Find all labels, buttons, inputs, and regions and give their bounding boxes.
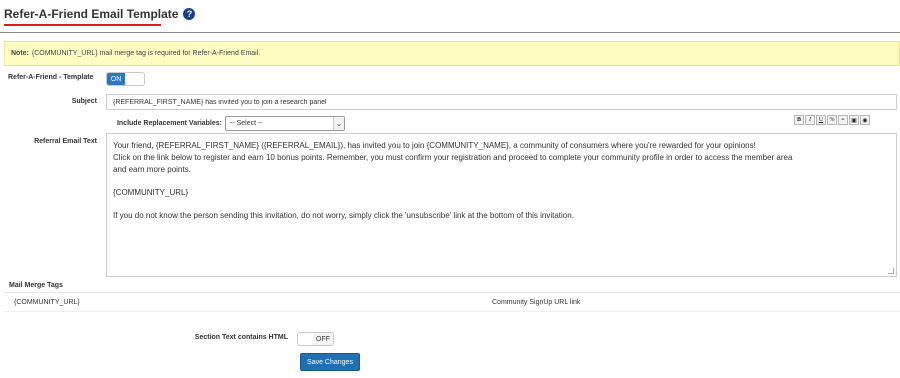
- note-text: {COMMUNITY_URL} mail merge tag is requir…: [31, 50, 261, 57]
- email-line: {COMMUNITY_URL}: [113, 188, 189, 197]
- email-line: and earn more points.: [113, 165, 191, 174]
- html-toggle[interactable]: OFF: [297, 332, 334, 346]
- replacement-variables-selected: -- Select --: [230, 120, 263, 127]
- align-icon[interactable]: ≡: [838, 115, 848, 125]
- mail-merge-row-divider: [4, 311, 900, 312]
- save-changes-button[interactable]: Save Changes: [300, 353, 360, 371]
- mail-merge-divider: [4, 292, 900, 293]
- page-title: Refer-A-Friend Email Template: [4, 7, 179, 21]
- html-toggle-state: OFF: [313, 333, 333, 345]
- resize-handle-icon[interactable]: [888, 268, 894, 274]
- template-toggle[interactable]: ON: [106, 72, 145, 86]
- mail-merge-header: Mail Merge Tags: [9, 282, 63, 289]
- referral-email-label: Referral Email Text: [34, 138, 97, 145]
- page-header: Refer-A-Friend Email Template ?: [4, 6, 196, 26]
- replacement-variables-select[interactable]: -- Select -- ⌄: [225, 116, 345, 131]
- chevron-down-icon: ⌄: [333, 117, 344, 130]
- referral-email-editor[interactable]: Your friend, {REFERRAL_FIRST_NAME} ({REF…: [106, 133, 897, 277]
- subject-label: Subject: [71, 98, 97, 105]
- email-line: Your friend, {REFERRAL_FIRST_NAME} ({REF…: [113, 141, 756, 150]
- email-line: Click on the link below to register and …: [113, 153, 793, 162]
- mail-merge-tag: {COMMUNITY_URL}: [14, 299, 80, 306]
- underline-button[interactable]: U: [816, 115, 826, 125]
- template-toggle-state: ON: [107, 73, 125, 85]
- template-toggle-label: Refer-A-Friend - Template: [8, 74, 94, 81]
- link-icon[interactable]: %: [827, 115, 837, 125]
- mail-merge-description: Community SignUp URL link: [492, 299, 581, 306]
- editor-toolbar: B I U % ≡ ▣ ◉: [794, 115, 870, 126]
- note-label: Note:: [11, 50, 29, 57]
- help-icon[interactable]: ?: [183, 8, 196, 20]
- preview-icon[interactable]: ◉: [860, 115, 870, 125]
- email-line: If you do not know the person sending th…: [113, 211, 574, 220]
- italic-button[interactable]: I: [805, 115, 815, 125]
- header-divider: [0, 32, 900, 33]
- html-toggle-label: Section Text contains HTML: [194, 334, 288, 341]
- subject-input[interactable]: [106, 94, 897, 110]
- bold-button[interactable]: B: [794, 115, 804, 125]
- image-icon[interactable]: ▣: [849, 115, 859, 125]
- title-underline: [4, 24, 161, 26]
- replacement-variables-label: Include Replacement Variables:: [116, 120, 222, 127]
- note-banner: Note: {COMMUNITY_URL} mail merge tag is …: [4, 41, 900, 66]
